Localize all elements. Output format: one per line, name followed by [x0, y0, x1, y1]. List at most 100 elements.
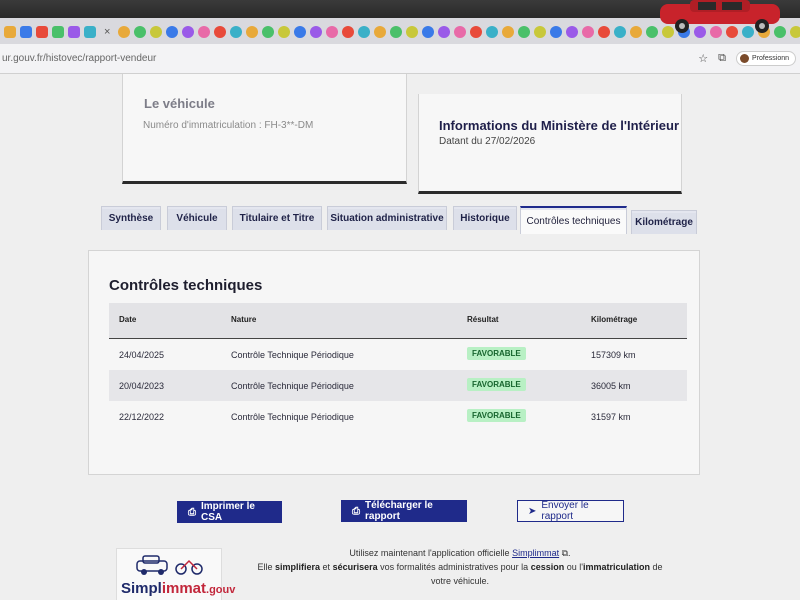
tab-favicon-icon[interactable]	[20, 26, 32, 38]
tab-synthese[interactable]: Synthèse	[101, 206, 161, 230]
tab-vehicule[interactable]: Véhicule	[167, 206, 227, 230]
promo-text-fragment: vos formalités administratives pour la	[380, 562, 529, 572]
logo-tld: .gouv	[206, 584, 236, 596]
tab-favicon-icon[interactable]	[262, 26, 275, 38]
tab-favicon-icon[interactable]	[518, 26, 531, 38]
tab-favicon-icon[interactable]	[598, 26, 611, 38]
promo-bold-fragment: simplifiera	[274, 562, 321, 572]
row-km: 31597 km	[591, 412, 631, 422]
status-badge: FAVORABLE	[467, 378, 526, 391]
promo-line-3: votre véhicule.	[430, 576, 490, 586]
tab-favicon-icon[interactable]	[198, 26, 211, 38]
promo-bold-fragment: cession	[530, 562, 565, 572]
close-tab-icon[interactable]: ×	[104, 26, 110, 38]
tab-favicon-icon[interactable]	[550, 26, 563, 38]
printer-icon: ⎙	[352, 505, 360, 517]
tab-favicon-icon[interactable]	[534, 26, 547, 38]
tab-label: Historique	[460, 213, 510, 224]
tab-titulaire[interactable]: Titulaire et Titre	[232, 206, 322, 230]
promo-bold-fragment: sécurisera	[332, 562, 378, 572]
tab-favicon-icon[interactable]	[422, 26, 435, 38]
tab-situation-administrative[interactable]: Situation administrative	[327, 206, 447, 230]
send-arrow-icon: ➤	[528, 505, 537, 517]
tab-label: Titulaire et Titre	[239, 213, 315, 224]
tab-favicon-icon[interactable]	[36, 26, 48, 38]
tab-favicon-icon[interactable]	[374, 26, 387, 38]
table-row: 22/12/2022 Contrôle Technique Périodique…	[109, 401, 687, 432]
url-text[interactable]: ur.gouv.fr/histovec/rapport-vendeur	[0, 53, 156, 64]
tab-kilometrage[interactable]: Kilométrage	[631, 210, 697, 234]
table-header: Date Nature Résultat Kilométrage	[109, 303, 687, 339]
row-date: 22/12/2022	[119, 412, 165, 422]
print-label: Imprimer le CSA	[201, 501, 255, 523]
tab-historique[interactable]: Historique	[453, 206, 517, 230]
report-tabs: Synthèse Véhicule Titulaire et Titre Sit…	[101, 206, 701, 238]
tab-favicon-icon[interactable]	[438, 26, 451, 38]
tab-label: Véhicule	[176, 213, 218, 224]
tab-favicon-icon[interactable]	[4, 26, 16, 38]
tab-favicon-icon[interactable]	[566, 26, 579, 38]
extensions-icon[interactable]: ⧉	[718, 52, 726, 65]
status-badge: FAVORABLE	[467, 409, 526, 422]
tab-favicon-icon[interactable]	[182, 26, 195, 38]
tab-favicon-icon[interactable]	[470, 26, 483, 38]
simplimmat-logo[interactable]: Simplimmat.gouv	[116, 548, 235, 600]
star-icon[interactable]: ☆	[698, 52, 708, 65]
address-bar[interactable]: ur.gouv.fr/histovec/rapport-vendeur ☆ ⧉ …	[0, 44, 800, 74]
tab-favicon-icon[interactable]	[246, 26, 259, 38]
tab-favicon-icon[interactable]	[118, 26, 131, 38]
tab-favicon-icon[interactable]	[150, 26, 163, 38]
promo-bold-fragment: immatriculation	[582, 562, 650, 572]
browser-screen: × ur.gouv.fr/histovec/rapport-vendeur ☆ …	[0, 18, 800, 600]
tab-favicon-icon[interactable]	[406, 26, 419, 38]
tab-favicon-icon[interactable]	[486, 26, 499, 38]
tab-favicon-icon[interactable]	[166, 26, 179, 38]
tab-favicon-icon[interactable]	[630, 26, 643, 38]
tab-label: Contrôles techniques	[526, 215, 621, 227]
tab-controles-techniques[interactable]: Contrôles techniques	[520, 206, 627, 234]
tab-favicon-icon[interactable]	[358, 26, 371, 38]
tab-favicon-icon[interactable]	[614, 26, 627, 38]
tab-favicon-icon[interactable]	[454, 26, 467, 38]
tab-favicon-icon[interactable]	[342, 26, 355, 38]
logo-main: Simpl	[121, 580, 162, 597]
logo-wordmark: Simplimmat.gouv	[121, 580, 235, 597]
tab-label: Kilométrage	[635, 217, 693, 228]
simplimmat-link[interactable]: Simplimmat	[512, 548, 559, 558]
vehicles-icon	[136, 555, 203, 575]
tab-favicon-icon[interactable]	[84, 26, 96, 38]
tab-favicon-icon[interactable]	[294, 26, 307, 38]
row-nature: Contrôle Technique Périodique	[231, 412, 354, 422]
col-nature: Nature	[231, 315, 257, 324]
tab-favicon-icon[interactable]	[278, 26, 291, 38]
avatar	[740, 54, 750, 63]
promo-text-fragment: et	[322, 562, 331, 572]
download-report-button[interactable]: ⎙ Télécharger le rapport	[341, 500, 467, 522]
panel-title: Contrôles techniques	[109, 277, 263, 294]
tab-favicon-icon[interactable]	[310, 26, 323, 38]
tab-favicon-icon[interactable]	[390, 26, 403, 38]
ministry-card: Informations du Ministère de l'Intérieur…	[418, 94, 682, 194]
profile-button[interactable]: Professionn	[736, 51, 796, 66]
tab-favicon-icon[interactable]	[502, 26, 515, 38]
row-date: 24/04/2025	[119, 350, 165, 360]
logo-accent: immat	[161, 580, 207, 597]
promo-text-fragment: ou l'	[566, 562, 583, 572]
vehicle-card-title: Le véhicule	[144, 96, 215, 111]
toy-car-decoration	[660, 0, 780, 33]
tab-favicon-icon[interactable]	[134, 26, 147, 38]
send-report-button[interactable]: ➤ Envoyer le rapport	[517, 500, 624, 522]
row-date: 20/04/2023	[119, 381, 165, 391]
page-content: Le véhicule Numéro d'immatriculation : F…	[0, 74, 800, 600]
tab-favicon-icon[interactable]	[230, 26, 243, 38]
tab-favicon-icon[interactable]	[214, 26, 227, 38]
table-row: 20/04/2023 Contrôle Technique Périodique…	[109, 370, 687, 401]
tab-favicon-icon[interactable]	[582, 26, 595, 38]
status-badge: FAVORABLE	[467, 347, 526, 360]
tab-favicon-icon[interactable]	[326, 26, 339, 38]
tab-favicon-icon[interactable]	[68, 26, 80, 38]
profile-label: Professionn	[752, 55, 789, 62]
promo-line-2: Elle simplifiera et sécurisera vos forma…	[240, 560, 680, 574]
tab-favicon-icon[interactable]	[52, 26, 64, 38]
print-csa-button[interactable]: ⎙ Imprimer le CSA	[177, 501, 282, 523]
